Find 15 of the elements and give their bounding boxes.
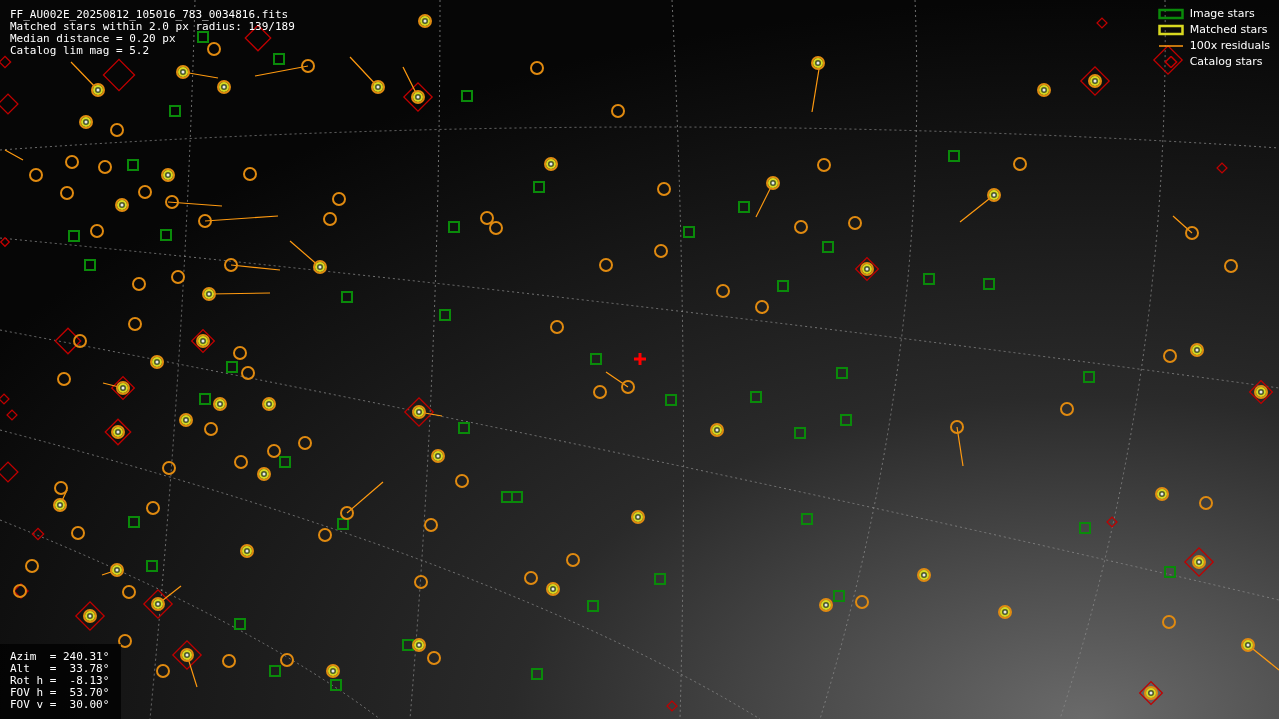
info-text: Median distance = 0.20 px (10, 33, 177, 45)
pointing-text: FOV h = 53.70° (10, 687, 110, 699)
box-swatch-icon (1157, 7, 1184, 20)
legend-label: Matched stars (1189, 23, 1268, 36)
legend-label: 100x residuals (1189, 39, 1270, 52)
info-text: Matched stars within 2.0 px radius: 139/189 (10, 21, 295, 33)
pointing-text: FOV v = 30.00° (10, 699, 110, 711)
info-text: Catalog lim mag = 5.2 (10, 45, 151, 57)
info-text: FF_AU002E_20250812_105016_783_0034816.fits (10, 9, 290, 21)
legend-label: Image stars (1189, 7, 1255, 20)
pointing-text: Alt = 33.78° (10, 663, 110, 675)
pointing-text: Rot h = -8.13° (10, 675, 110, 687)
legend-label: Catalog stars (1189, 55, 1263, 68)
pointing-text: Azim = 240.31° (10, 651, 110, 663)
box-swatch-icon (1157, 23, 1184, 36)
